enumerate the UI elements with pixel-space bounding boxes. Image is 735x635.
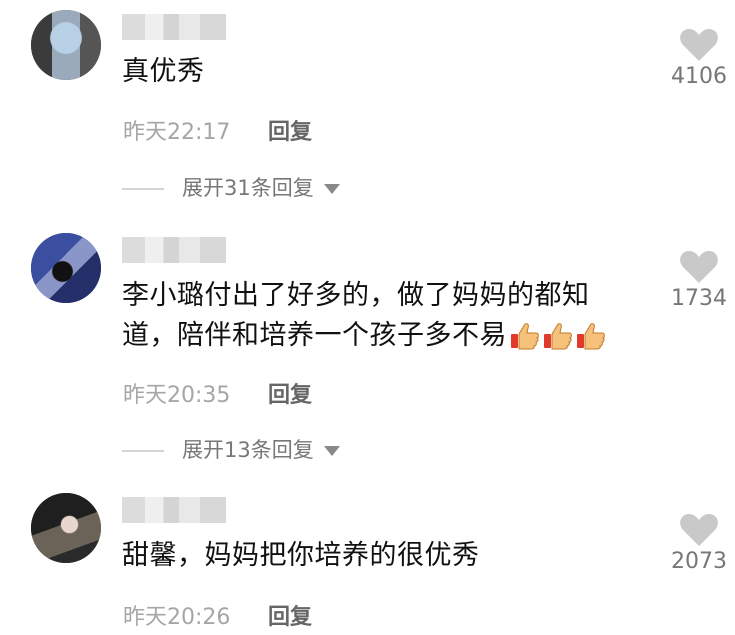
expand-replies-button[interactable]: 展开13条回复: [122, 434, 340, 464]
username-blurred[interactable]: [122, 14, 226, 40]
chevron-down-icon: [323, 184, 340, 194]
reply-button[interactable]: 回复: [268, 599, 312, 631]
thumbs-up-icon: [576, 322, 606, 362]
avatar[interactable]: [31, 233, 101, 303]
avatar[interactable]: [31, 493, 101, 563]
comment-time: 昨天20:26: [123, 605, 231, 630]
thumbs-up-icon: [543, 322, 573, 362]
expand-replies-button[interactable]: 展开31条回复: [122, 172, 340, 202]
comment-text: 真优秀: [122, 56, 205, 87]
avatar[interactable]: [31, 10, 101, 80]
like-count: 1734: [671, 286, 727, 311]
thumbs-up-icon: [510, 322, 540, 362]
divider: [122, 188, 164, 190]
reply-button[interactable]: 回复: [268, 377, 312, 409]
heart-icon: [680, 251, 718, 283]
like-count: 4106: [671, 64, 727, 89]
heart-icon: [680, 29, 718, 61]
like-button[interactable]: 1734: [668, 250, 730, 311]
like-count: 2073: [671, 549, 727, 574]
chevron-down-icon: [323, 446, 340, 456]
expand-label: 展开13条回复: [182, 438, 314, 462]
reply-button[interactable]: 回复: [268, 114, 312, 146]
comment-text: 甜馨，妈妈把你培养的很优秀: [122, 540, 480, 571]
comment-text: 李小璐付出了好多的，做了妈妈的都知 道，陪伴和培养一个孩子多不易: [122, 276, 642, 362]
expand-label: 展开31条回复: [182, 176, 314, 200]
divider: [122, 450, 164, 452]
username-blurred[interactable]: [122, 497, 226, 523]
heart-icon: [680, 514, 718, 546]
like-button[interactable]: 4106: [668, 28, 730, 89]
like-button[interactable]: 2073: [668, 513, 730, 574]
comment-time: 昨天22:17: [123, 120, 231, 145]
username-blurred[interactable]: [122, 237, 226, 263]
comment-time: 昨天20:35: [123, 383, 231, 408]
